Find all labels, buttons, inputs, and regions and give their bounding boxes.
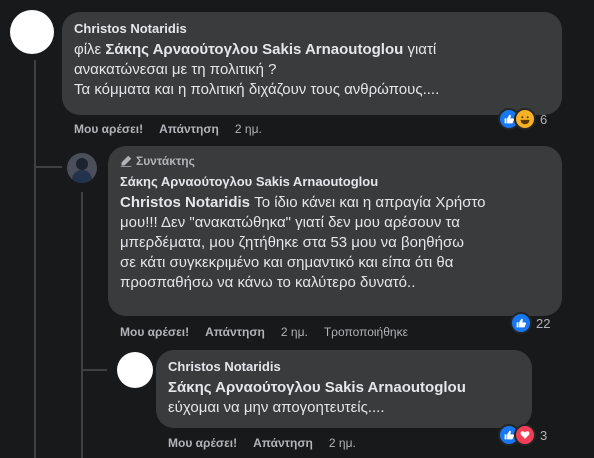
love-reaction-icon: [514, 424, 536, 446]
reply-button[interactable]: Απάντηση: [205, 325, 265, 339]
comment-actions: Μου αρέσει! Απάντηση 2 ημ.: [74, 122, 262, 136]
comment-text-suffix: Το ίδιο κάνει και η απραγία Χρήστο: [250, 194, 486, 211]
like-reaction-icon: [510, 312, 532, 334]
reaction-summary[interactable]: 22: [510, 312, 550, 334]
pencil-icon: [120, 155, 132, 167]
reaction-summary[interactable]: 6: [498, 108, 547, 130]
comment-text-line: μου!!! Δεν "ανακατώθηκα" γιατί δεν μου α…: [120, 214, 460, 231]
avatar[interactable]: [10, 10, 54, 54]
like-button[interactable]: Μου αρέσει!: [74, 122, 143, 136]
reply-button[interactable]: Απάντηση: [253, 436, 313, 450]
comment-text-line: σε κάτι συγκεκριμένο και σημαντικό και ε…: [120, 254, 454, 271]
comment-text: Christos Notaridis Το ίδιο κάνει και η α…: [120, 193, 550, 293]
comment-text-line: Τα κόμματα και η πολιτική διχάζουν τους …: [74, 81, 440, 98]
timestamp[interactable]: 2 ημ.: [281, 325, 308, 339]
comment-text-suffix: γιατί: [403, 41, 437, 58]
thread-line-reply: [81, 192, 83, 458]
comment-actions: Μου αρέσει! Απάντηση 2 ημ.: [168, 436, 356, 450]
comment-text-line: μπερδέματα, μου ζητήθηκε στα 53 μου να β…: [120, 234, 464, 251]
mention-link[interactable]: Σάκης Αρναούτογλου Sakis Arnaoutoglou: [105, 41, 403, 58]
comment-author[interactable]: Christos Notaridis: [168, 358, 520, 375]
comment-text-line: ανακατώνεσαι με τη πολιτική ?: [74, 61, 277, 78]
reaction-count: 3: [540, 427, 548, 443]
timestamp[interactable]: 2 ημ.: [235, 122, 262, 136]
author-badge: Συντάκτης: [120, 154, 550, 168]
thread-line-connector-1: [34, 166, 62, 168]
comment-text: φίλε Σάκης Αρναούτογλου Sakis Arnaoutogl…: [74, 40, 550, 100]
reply-bubble: Συντάκτης Σάκης Αρναούτογλου Sakis Arnao…: [108, 146, 562, 316]
comment-text: Σάκης Αρναούτογλου Sakis Arnaoutoglou εύ…: [168, 378, 520, 418]
mention-link[interactable]: Σάκης Αρναούτογλου Sakis Arnaoutoglou: [168, 379, 466, 396]
reply-bubble: Christos Notaridis Σάκης Αρναούτογλου Sa…: [156, 350, 532, 428]
like-button[interactable]: Μου αρέσει!: [168, 436, 237, 450]
comment-author[interactable]: Σάκης Αρναούτογλου Sakis Arnaoutoglou: [120, 173, 550, 190]
reaction-count: 22: [536, 315, 551, 331]
timestamp[interactable]: 2 ημ.: [329, 436, 356, 450]
reaction-count: 6: [540, 111, 548, 127]
reply-button[interactable]: Απάντηση: [159, 122, 219, 136]
haha-reaction-icon: [514, 108, 536, 130]
like-button[interactable]: Μου αρέσει!: [120, 325, 189, 339]
edited-label[interactable]: Τροποποιήθηκε: [324, 325, 408, 339]
thread-line-connector-2: [81, 369, 107, 371]
thread-line-main: [34, 60, 36, 458]
comment-text-prefix: φίλε: [74, 41, 106, 58]
comment-text-line: εύχομαι να μην απογοητευτείς....: [168, 399, 385, 416]
author-badge-label: Συντάκτης: [136, 154, 195, 168]
mention-link[interactable]: Christos Notaridis: [120, 194, 250, 211]
comment-bubble: Christos Notaridis φίλε Σάκης Αρναούτογλ…: [62, 12, 562, 115]
reaction-summary[interactable]: 3: [498, 424, 547, 446]
avatar-author[interactable]: [67, 153, 97, 183]
comment-text-line: προσπαθήσω να κάνω το καλύτερο δυνατό..: [120, 274, 416, 291]
comment-actions: Μου αρέσει! Απάντηση 2 ημ. Τροποποιήθηκε: [120, 325, 408, 339]
avatar[interactable]: [117, 352, 153, 388]
comment-author[interactable]: Christos Notaridis: [74, 20, 550, 37]
